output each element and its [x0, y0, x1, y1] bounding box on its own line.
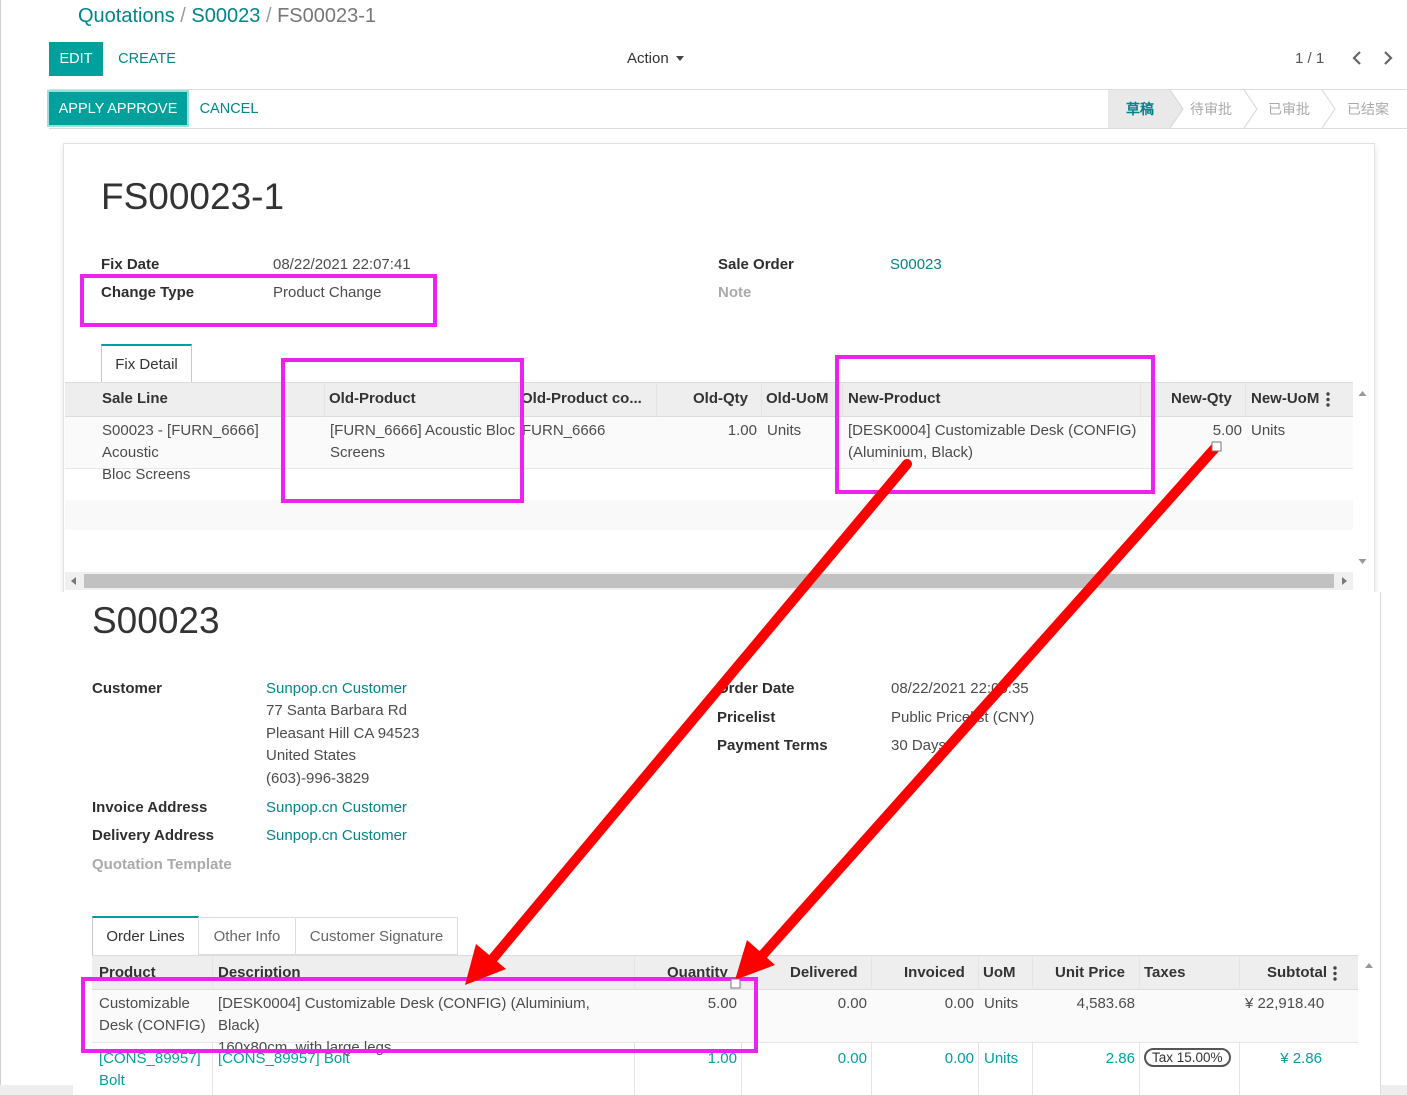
- window-bottom-strip: [0, 1085, 73, 1095]
- window-bottom-strip: [1381, 1085, 1407, 1095]
- annotation-arrows: [465, 441, 1222, 989]
- window-left-border: [0, 0, 1, 1095]
